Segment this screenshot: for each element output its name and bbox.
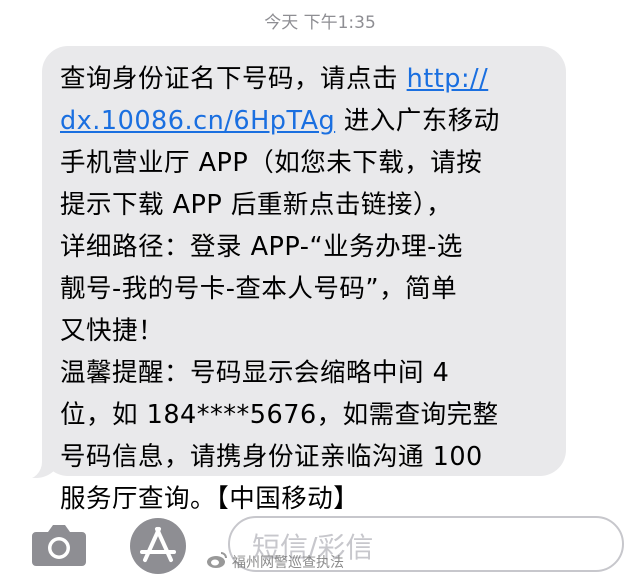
weibo-icon xyxy=(207,552,227,568)
line-text: 查询身份证名下号码，请点击 xyxy=(60,64,407,94)
message-line: 详细路径：登录 APP-“业务办理-选 xyxy=(60,232,463,262)
message-line: 手机营业厅 APP（如您未下载，请按 xyxy=(60,148,483,178)
appstore-button[interactable] xyxy=(128,516,188,576)
message-line: 提示下载 APP 后重新点击链接）， xyxy=(60,190,453,220)
message-line: 温馨提醒：号码显示会缩略中间 4 xyxy=(60,358,450,388)
message-line: 号码信息，请携身份证亲临沟通 100 xyxy=(60,442,483,472)
watermark: 福州网警巡查执法 xyxy=(232,555,344,571)
message-link[interactable]: dx.10086.cn/6HpTAg xyxy=(60,106,335,136)
message-line: 位，如 184****5676，如需查询完整 xyxy=(60,400,499,430)
message-line: dx.10086.cn/6HpTAg 进入广东移动 xyxy=(60,100,560,142)
camera-icon xyxy=(32,525,86,566)
message-link[interactable]: http:// xyxy=(407,64,489,94)
appstore-icon xyxy=(130,518,186,574)
camera-button[interactable] xyxy=(30,522,88,568)
message-line: 又快捷！ xyxy=(60,316,165,346)
message-line: 靓号-我的号卡-查本人号码”，简单 xyxy=(60,274,458,304)
message-text: 查询身份证名下号码，请点击 http:// dx.10086.cn/6HpTAg… xyxy=(60,58,560,520)
message-timestamp: 今天 下午1:35 xyxy=(264,13,376,33)
message-line: 查询身份证名下号码，请点击 http:// xyxy=(60,58,560,100)
line-text: 进入广东移动 xyxy=(335,106,500,136)
